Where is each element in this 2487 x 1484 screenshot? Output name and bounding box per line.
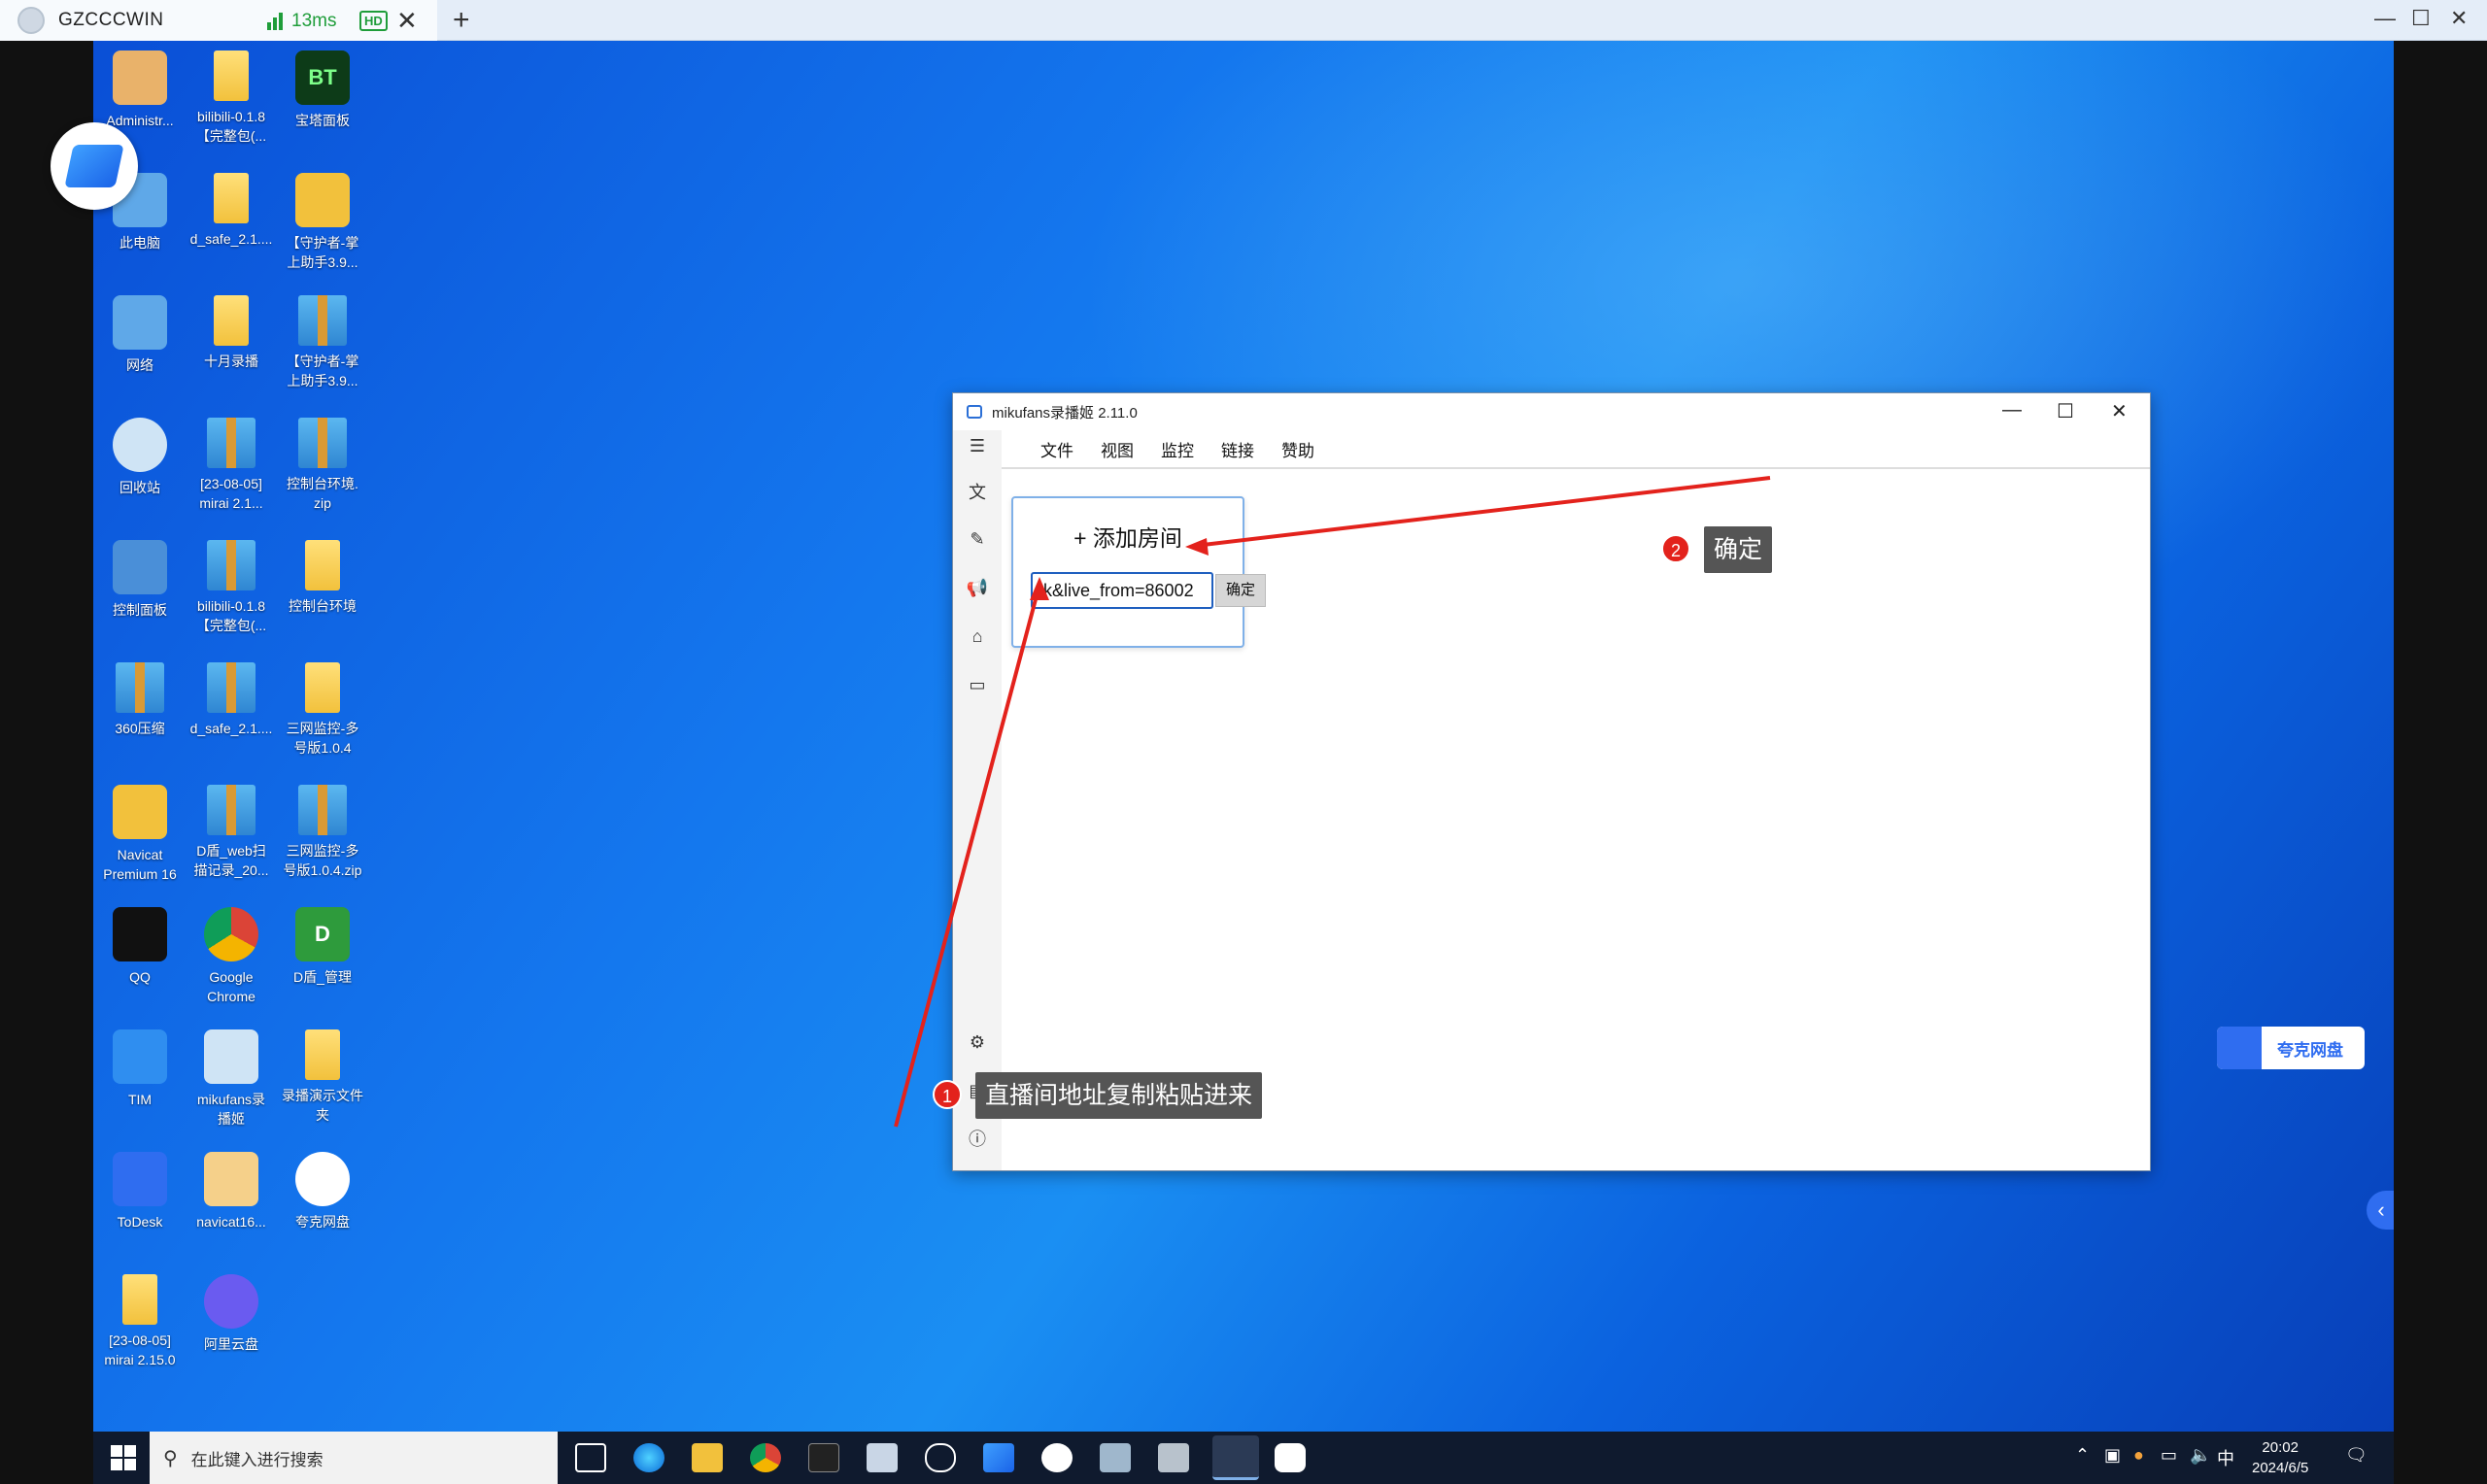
annotation-arrows: [894, 476, 1771, 1128]
taskbar-search[interactable]: ⚲ 在此键入进行搜索: [150, 1432, 558, 1484]
task-view-icon[interactable]: [575, 1443, 606, 1472]
remote-client-titlebar: GZCCCWIN 13ms HD ✕ + — ☐ ✕: [0, 0, 2487, 41]
explorer-icon[interactable]: [692, 1443, 723, 1472]
taskbar: ⚲ 在此键入进行搜索 ⌃ ▣ ● ▭ 🔈 中 20:02 2024/6/5 🗨: [93, 1432, 2394, 1484]
todesk-floating-button[interactable]: [51, 122, 138, 210]
windows-start-icon[interactable]: [111, 1445, 136, 1470]
todesk-taskbar-icon[interactable]: [983, 1443, 1014, 1472]
tray-network-icon[interactable]: ▣: [2104, 1445, 2121, 1466]
edge-icon[interactable]: [633, 1443, 664, 1472]
tray-app-icon[interactable]: ●: [2133, 1445, 2144, 1466]
search-icon: ⚲: [163, 1447, 178, 1469]
tray-volume-icon[interactable]: 🔈: [2190, 1445, 2211, 1466]
step-2-badge: 2: [1661, 534, 1690, 563]
tray-expand-icon[interactable]: ⌃: [2075, 1445, 2090, 1466]
clock-time: 20:02: [2262, 1439, 2299, 1456]
new-tab-button[interactable]: +: [453, 4, 470, 37]
search-placeholder: 在此键入进行搜索: [190, 1450, 324, 1469]
close-icon[interactable]: ✕: [2450, 6, 2468, 31]
tray-monitor-icon[interactable]: ▭: [2161, 1445, 2177, 1466]
ime-indicator[interactable]: 中: [2217, 1445, 2234, 1470]
maximize-icon[interactable]: ☐: [2411, 6, 2431, 31]
quark-taskbar-icon[interactable]: [1275, 1443, 1306, 1472]
chrome-icon[interactable]: [750, 1443, 781, 1472]
signal-icon: [267, 13, 283, 30]
terminal-icon[interactable]: [808, 1443, 839, 1472]
todesk-logo-icon: [64, 145, 124, 187]
minimize-icon[interactable]: —: [2374, 6, 2396, 31]
step-2-note: 确定: [1704, 526, 1773, 573]
cloud-icon: [2217, 1027, 2262, 1069]
app-icon-10[interactable]: [1158, 1443, 1189, 1472]
quark-widget-label: 夸克网盘: [2277, 1040, 2343, 1060]
client-bottom-strip: [0, 1432, 93, 1484]
clock-app-icon[interactable]: [1041, 1443, 1073, 1472]
clock-date: 2024/6/5: [2252, 1460, 2309, 1476]
server-manager-icon[interactable]: [867, 1443, 898, 1472]
step-1-note: 直播间地址复制粘贴进来: [975, 1072, 1263, 1119]
hd-badge: HD: [359, 11, 388, 31]
session-tab[interactable]: GZCCCWIN 13ms HD ✕: [0, 0, 437, 41]
globe-icon: [17, 7, 45, 34]
cloud-app-icon[interactable]: [925, 1443, 956, 1472]
close-tab-icon[interactable]: ✕: [396, 6, 418, 36]
notification-icon[interactable]: 🗨: [2345, 1445, 2368, 1466]
quark-widget[interactable]: 夸克网盘: [2217, 1027, 2365, 1069]
taskbar-clock[interactable]: 20:02 2024/6/5: [2252, 1437, 2308, 1478]
mikufans-taskbar-icon[interactable]: [1212, 1435, 1259, 1480]
session-name: GZCCCWIN: [58, 10, 164, 30]
remote-desktop: Administr... bilibili-0.1.8 【完整包(... BT 宝塔面…: [93, 41, 2394, 1432]
app-icon-9[interactable]: [1100, 1443, 1131, 1472]
latency-label: 13ms: [291, 11, 337, 31]
step-1-badge: 1: [933, 1080, 962, 1109]
